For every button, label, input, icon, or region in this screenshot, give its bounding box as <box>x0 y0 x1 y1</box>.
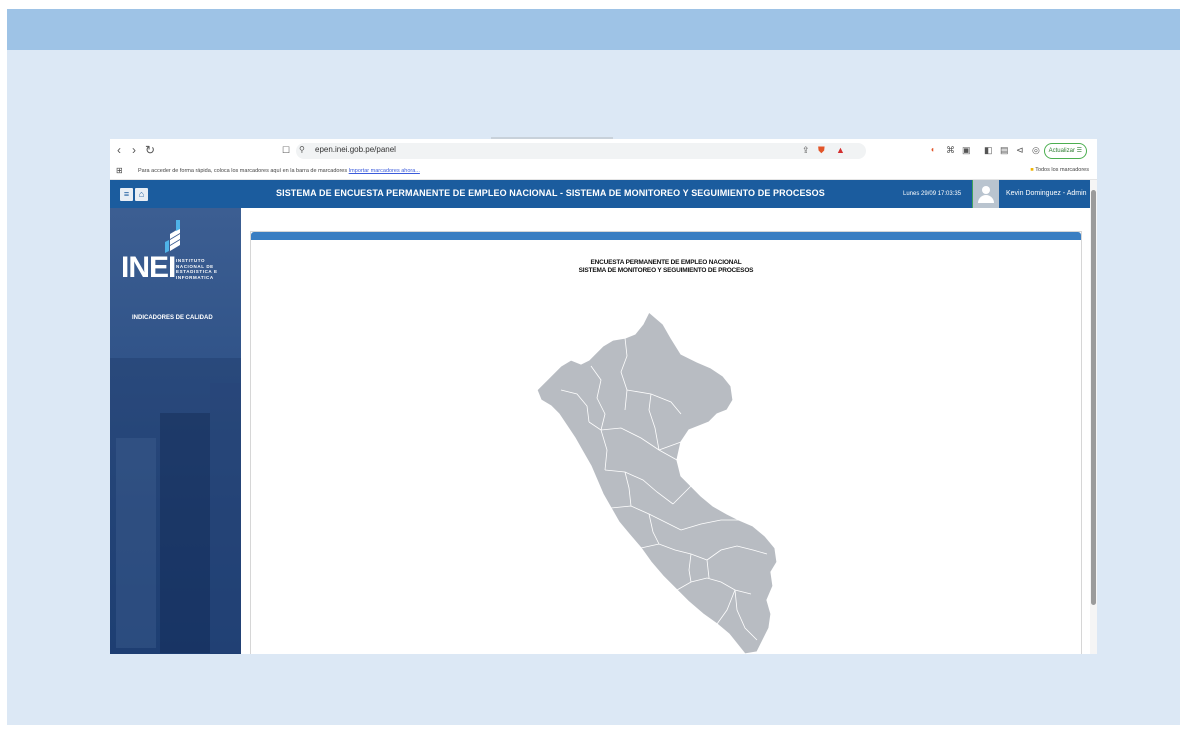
extension-icon[interactable]: ◖ <box>930 143 935 157</box>
main-panel: ENCUESTA PERMANENTE DE EMPLEO NACIONAL S… <box>250 231 1082 654</box>
inei-logo-icon <box>165 220 180 253</box>
puzzle-icon[interactable]: ⌘ <box>946 143 955 157</box>
wallet-icon[interactable]: ⊲ <box>1016 143 1024 157</box>
menu-toggle-icon[interactable]: ≡ <box>120 188 133 201</box>
inei-logo-subtitle: INSTITUTO NACIONAL DE ESTADISTICA E INFO… <box>176 258 218 280</box>
update-button[interactable]: Actualizar ☰ <box>1043 143 1087 159</box>
panel-title: ENCUESTA PERMANENTE DE EMPLEO NACIONAL S… <box>578 259 754 274</box>
site-info-icon[interactable]: ⚲ <box>299 143 305 157</box>
url-text[interactable]: epen.inei.gob.pe/panel <box>315 145 396 154</box>
bookmarks-bar: ⊞ Para acceder de forma rápida, coloca l… <box>110 163 1097 180</box>
scrollbar[interactable] <box>1090 180 1097 654</box>
vpn-icon[interactable]: ◎ <box>1032 143 1040 157</box>
all-bookmarks[interactable]: ■ Todos los marcadores <box>1030 167 1089 173</box>
forward-icon[interactable]: › <box>132 143 136 157</box>
home-icon[interactable]: ⌂ <box>135 188 148 201</box>
bookmark-page-icon[interactable]: ☐ <box>282 143 290 157</box>
tab-icon[interactable]: ▤ <box>1000 143 1009 157</box>
slide-header-band <box>7 9 1180 50</box>
import-bookmarks-link[interactable]: Importar marcadores ahora... <box>349 168 420 174</box>
share-icon[interactable]: ⇪ <box>802 143 810 157</box>
reading-icon[interactable]: ▣ <box>962 143 971 157</box>
back-icon[interactable]: ‹ <box>117 143 121 157</box>
datetime: Lunes 29/09 17:03:35 <box>903 191 962 197</box>
browser-toolbar: ‹ › ↻ ☐ ⚲ epen.inei.gob.pe/panel ⇪ ⛊ ▲ ◖… <box>110 139 1097 163</box>
sidebar: INEI INSTITUTO NACIONAL DE ESTADISTICA E… <box>110 208 241 654</box>
scroll-thumb[interactable] <box>1091 190 1096 605</box>
user-name[interactable]: Kevin Dominguez - Admin <box>1006 190 1087 197</box>
bookmarks-hint: Para acceder de forma rápida, coloca los… <box>138 168 420 174</box>
folder-icon: ■ <box>1030 167 1034 173</box>
browser-window: ‹ › ↻ ☐ ⚲ epen.inei.gob.pe/panel ⇪ ⛊ ▲ ◖… <box>110 139 1097 654</box>
apps-icon[interactable]: ⊞ <box>116 166 123 175</box>
sidebar-item-indicadores[interactable]: INDICADORES DE CALIDAD <box>132 315 213 321</box>
reload-icon[interactable]: ↻ <box>145 143 155 157</box>
app-title: SISTEMA DE ENCUESTA PERMANENTE DE EMPLEO… <box>276 188 825 198</box>
sidebar-icon[interactable]: ◧ <box>984 143 993 157</box>
brave-shield-icon[interactable]: ⛊ <box>818 143 825 157</box>
avatar[interactable] <box>972 180 999 208</box>
peru-map[interactable] <box>531 310 791 654</box>
app-header: ≡ ⌂ SISTEMA DE ENCUESTA PERMANENTE DE EM… <box>110 180 1097 208</box>
panel-header-bar <box>251 232 1081 240</box>
inei-logo-text: INEI <box>121 251 176 284</box>
brave-rewards-icon[interactable]: ▲ <box>836 143 845 157</box>
